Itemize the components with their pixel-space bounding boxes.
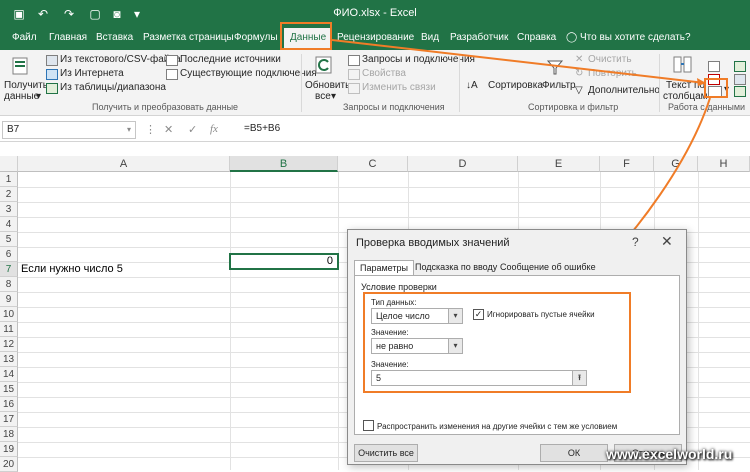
tab-error-alert[interactable]: Сообщение об ошибке (495, 260, 601, 276)
watermark: www.excelworld.ru (606, 446, 733, 462)
tab-input-message[interactable]: Подсказка по вводу (410, 260, 502, 276)
close-icon[interactable]: ✕ (661, 233, 673, 250)
dialog-title: Проверка вводимых значений (356, 237, 510, 249)
help-icon[interactable]: ? (632, 235, 639, 249)
apply-all-label: Распространить изменения на другие ячейк… (377, 422, 618, 431)
ok-button[interactable]: ОК (540, 444, 608, 462)
apply-all-checkbox[interactable] (363, 420, 374, 431)
annotation-criteria-highlight (363, 292, 631, 393)
tab-settings[interactable]: Параметры (354, 260, 414, 276)
section-title: Условие проверки (361, 282, 437, 292)
clear-all-button[interactable]: Очистить все (354, 444, 418, 462)
